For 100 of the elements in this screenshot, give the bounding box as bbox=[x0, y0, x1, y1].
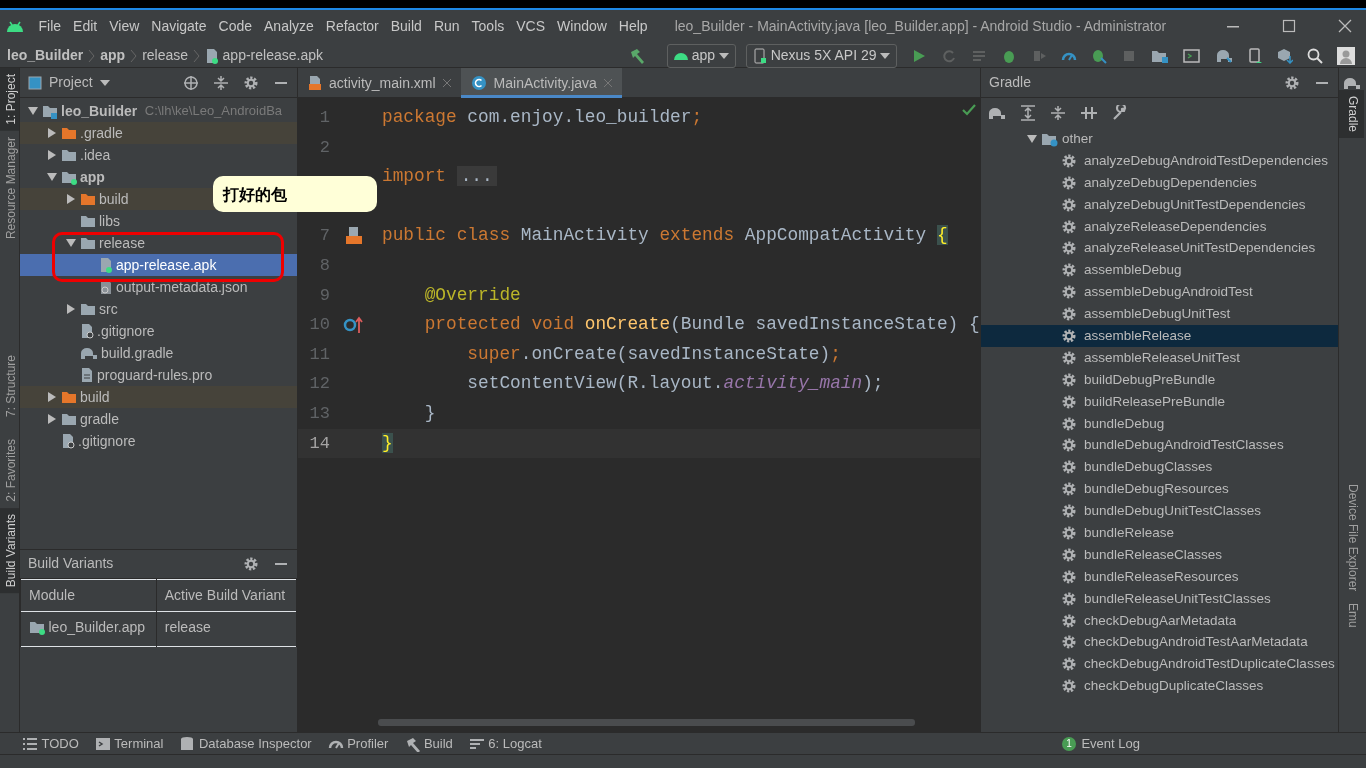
menu-item[interactable]: Tools bbox=[465, 15, 511, 37]
hammer-icon[interactable] bbox=[628, 46, 647, 65]
gradle-task[interactable]: bundleDebugUnitTestClasses bbox=[981, 500, 1338, 523]
tree-item[interactable]: release bbox=[20, 232, 297, 254]
scrollbar[interactable] bbox=[378, 719, 915, 726]
search-icon[interactable] bbox=[1307, 47, 1323, 64]
tree-item[interactable]: app-release.apk bbox=[20, 254, 297, 276]
menu-item[interactable]: Edit bbox=[67, 15, 104, 37]
tool-window-button[interactable]: Database Inspector bbox=[171, 733, 320, 754]
gradle-task[interactable]: checkDebugAarMetadata bbox=[981, 609, 1338, 632]
gradle-task[interactable]: bundleDebugAndroidTestClasses bbox=[981, 434, 1338, 457]
settings-icon[interactable] bbox=[243, 74, 259, 91]
gradle-task[interactable]: checkDebugAndroidTestAarMetadata bbox=[981, 631, 1338, 654]
menu-item[interactable]: Navigate bbox=[145, 15, 213, 37]
menu-item[interactable]: Run bbox=[427, 15, 466, 37]
gradle-task[interactable]: analyzeDebugUnitTestDependencies bbox=[981, 193, 1338, 216]
menu-item[interactable]: Build bbox=[384, 15, 428, 37]
tool-window-tab[interactable]: Emu bbox=[1339, 597, 1364, 635]
tree-item[interactable]: build bbox=[20, 386, 297, 408]
phone-icon[interactable] bbox=[1247, 47, 1263, 64]
table-cell[interactable]: release bbox=[156, 611, 297, 647]
tool-window-tab[interactable]: 1: Project bbox=[0, 68, 19, 131]
gradle-task[interactable]: assembleDebugUnitTest bbox=[981, 303, 1338, 325]
window-icon[interactable] bbox=[1183, 47, 1201, 64]
package-icon[interactable] bbox=[1277, 47, 1293, 64]
tree-item[interactable]: .gitignore bbox=[20, 430, 297, 452]
gradle-task[interactable]: bundleReleaseResources bbox=[981, 565, 1338, 588]
toggle-icon[interactable] bbox=[1080, 105, 1098, 121]
window-icon bbox=[28, 75, 42, 90]
gradle-task[interactable]: bundleDebugResources bbox=[981, 478, 1338, 501]
gradle-task[interactable]: bundleDebugClasses bbox=[981, 456, 1338, 479]
close-icon[interactable] bbox=[1338, 19, 1352, 33]
tree-item[interactable]: .gitignore bbox=[20, 320, 297, 342]
tool-window-tab[interactable]: Device File Explorer bbox=[1339, 478, 1364, 598]
device-dropdown[interactable]: Nexus 5X API 29 bbox=[746, 43, 897, 68]
settings-icon[interactable] bbox=[243, 555, 259, 572]
menu-item[interactable]: Code bbox=[212, 15, 258, 37]
tool-window-tab[interactable]: Build Variants bbox=[0, 507, 19, 593]
tool-window-button[interactable]: TODO bbox=[14, 733, 87, 754]
gradle-task[interactable]: bundleDebug bbox=[981, 412, 1338, 435]
maximize-icon[interactable] bbox=[1282, 19, 1296, 33]
gradle-task[interactable]: bundleRelease bbox=[981, 522, 1338, 544]
menu-item[interactable]: View bbox=[103, 15, 146, 37]
menu-item[interactable]: File bbox=[32, 15, 68, 37]
tool-window-tab[interactable]: Gradle bbox=[1339, 90, 1364, 139]
tool-window-tab[interactable]: Resource Manager bbox=[0, 130, 19, 245]
gradle-task[interactable]: checkDebugDuplicateClasses bbox=[981, 675, 1338, 698]
collapse-icon[interactable] bbox=[213, 74, 229, 91]
gradle-task[interactable]: assembleReleaseUnitTest bbox=[981, 346, 1338, 369]
gradle-task[interactable]: analyzeDebugDependencies bbox=[981, 171, 1338, 194]
line-number: 1 bbox=[318, 107, 330, 129]
expand-all-icon[interactable] bbox=[1020, 105, 1036, 121]
menu-item[interactable]: Window bbox=[551, 15, 613, 37]
menu-item[interactable]: VCS bbox=[510, 15, 552, 37]
gradle-task[interactable]: assembleRelease bbox=[981, 325, 1338, 347]
override-icon bbox=[343, 315, 365, 334]
menu-item[interactable]: Analyze bbox=[258, 15, 320, 37]
gradle-task[interactable]: assembleDebugAndroidTest bbox=[981, 281, 1338, 304]
tool-window-tab[interactable]: 2: Favorites bbox=[0, 432, 19, 508]
breadcrumb-item[interactable]: app bbox=[100, 45, 126, 66]
tree-item[interactable]: other bbox=[981, 128, 1338, 150]
tree-item[interactable]: src bbox=[20, 298, 297, 320]
editor-tab[interactable]: activity_main.xml bbox=[298, 68, 461, 98]
breadcrumb-item[interactable]: leo_Builder bbox=[7, 45, 84, 66]
tree-item[interactable]: output-metadata.json bbox=[20, 276, 297, 298]
tool-window-button[interactable]: 6: Logcat bbox=[460, 733, 550, 754]
code-line: } bbox=[423, 401, 436, 425]
editor-tab[interactable]: MainActivity.java bbox=[460, 68, 622, 98]
tree-item[interactable]: gradle bbox=[20, 408, 297, 430]
tree-item[interactable]: .gradle bbox=[20, 122, 297, 144]
gradle-task[interactable]: bundleReleaseClasses bbox=[981, 543, 1338, 566]
tool-window-button[interactable]: Build bbox=[396, 733, 461, 754]
gradle-task[interactable]: analyzeDebugAndroidTestDependencies bbox=[981, 149, 1338, 172]
tool-window-tab[interactable]: 7: Structure bbox=[0, 348, 19, 423]
crosshair-icon[interactable] bbox=[183, 74, 199, 91]
panel-title[interactable]: Project bbox=[49, 72, 93, 93]
gradle-task[interactable]: analyzeReleaseUnitTestDependencies bbox=[981, 237, 1338, 260]
tool-window-button[interactable]: Terminal bbox=[86, 733, 172, 754]
avatar-icon[interactable] bbox=[1337, 46, 1355, 65]
gradle-task[interactable]: checkDebugAndroidTestDuplicateClasses bbox=[981, 653, 1338, 676]
gradle-task[interactable]: analyzeReleaseDependencies bbox=[981, 215, 1338, 238]
gradle-task[interactable]: assembleDebug bbox=[981, 259, 1338, 282]
tool-window-button[interactable]: Profiler bbox=[319, 733, 397, 754]
event-log-button[interactable]: Event Log bbox=[1079, 733, 1142, 754]
gradle-task[interactable]: bundleReleaseUnitTestClasses bbox=[981, 587, 1338, 610]
menu-item[interactable]: Help bbox=[612, 15, 654, 37]
breadcrumb-item[interactable]: release bbox=[142, 45, 189, 66]
menu-item[interactable]: Refactor bbox=[319, 15, 385, 37]
tree-item[interactable]: proguard-rules.pro bbox=[20, 364, 297, 386]
tree-item[interactable]: leo_Builder C:\lh\ke\Leo_AndroidBa bbox=[20, 100, 297, 122]
settings-icon[interactable] bbox=[1284, 74, 1300, 91]
run-icon[interactable] bbox=[911, 47, 927, 64]
tree-item[interactable]: libs bbox=[20, 210, 297, 232]
gradle-task[interactable]: buildReleasePreBundle bbox=[981, 390, 1338, 413]
run-configuration-dropdown[interactable]: app bbox=[667, 43, 736, 68]
gradle-task[interactable]: buildDebugPreBundle bbox=[981, 368, 1338, 391]
tree-item[interactable]: build.gradle bbox=[20, 342, 297, 364]
breadcrumb-item[interactable]: app-release.apk bbox=[222, 45, 323, 66]
tree-item[interactable]: .idea bbox=[20, 144, 297, 166]
collapse-all-icon[interactable] bbox=[1050, 105, 1066, 121]
